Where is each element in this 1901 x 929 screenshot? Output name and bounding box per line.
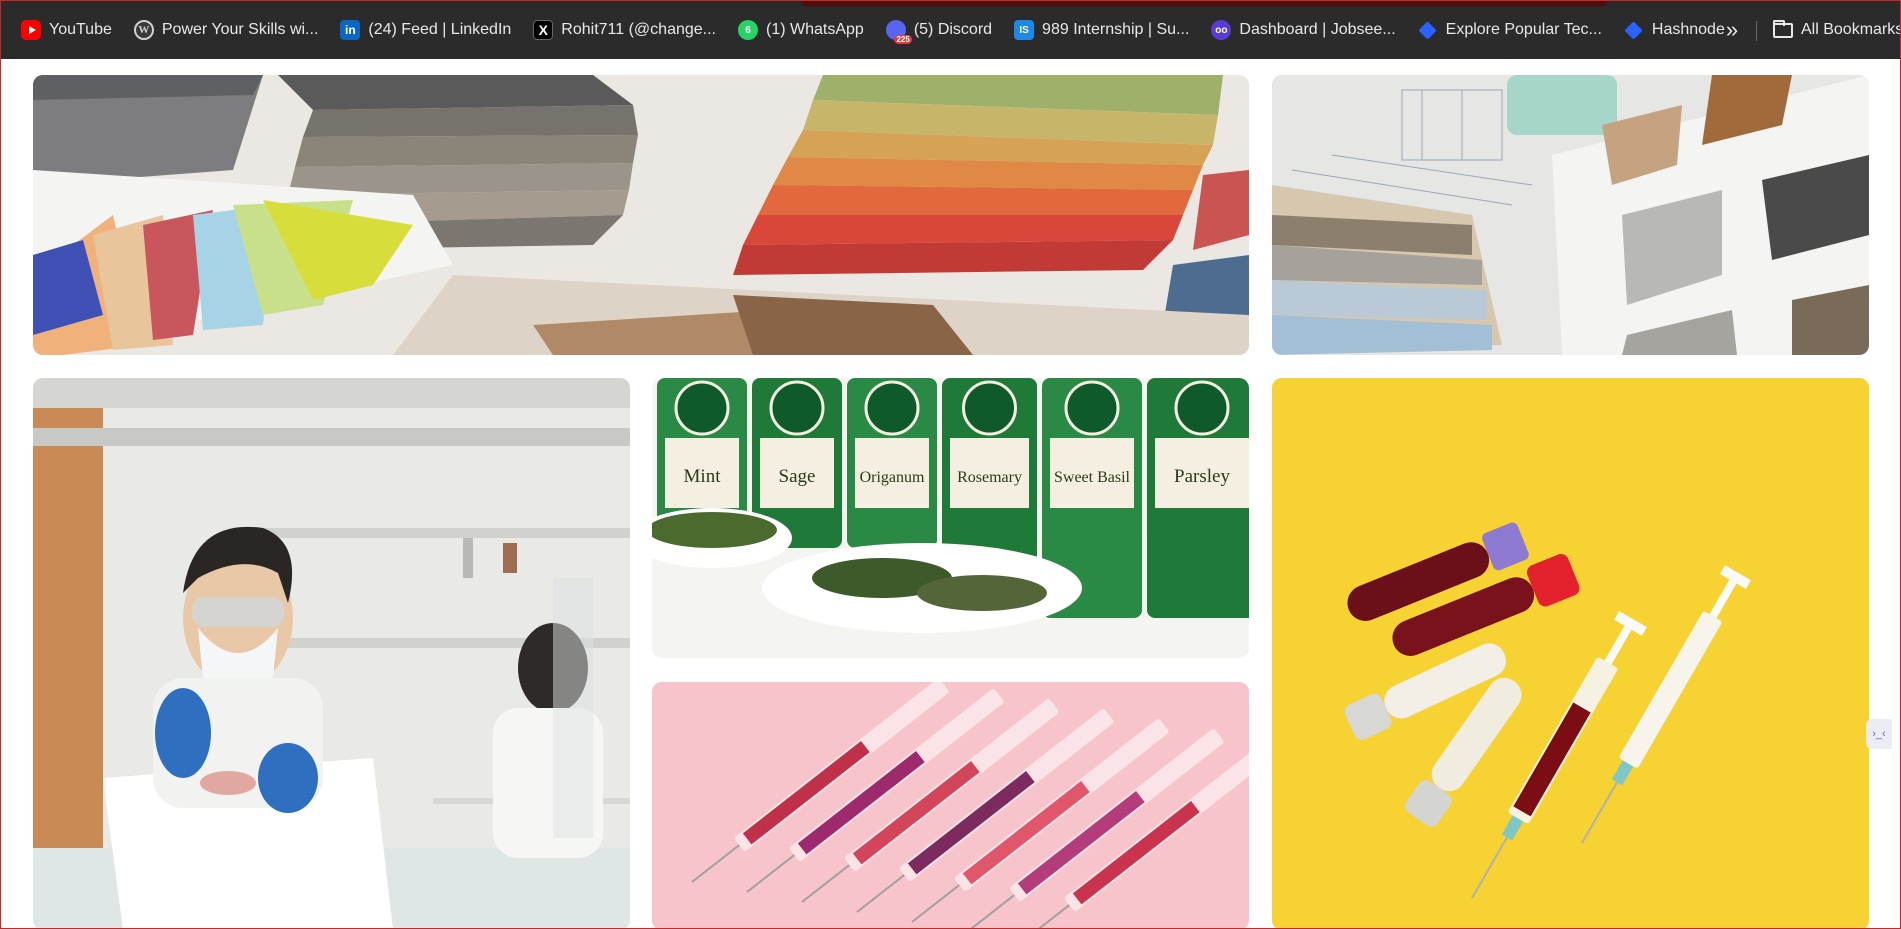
bookmark-label: (24) Feed | LinkedIn — [368, 21, 512, 38]
spice-jars-illustration: Mint Sage Origanum Rosemary Sweet Basil Parsl… — [652, 378, 1249, 658]
bookmark-item[interactable]: W Power Your Skills wi... — [126, 13, 327, 47]
folder-icon — [1773, 19, 1793, 38]
discord-icon: 225 — [885, 20, 912, 44]
spice-jar-label: Sage — [779, 466, 816, 487]
syringes-pink-image[interactable] — [652, 682, 1249, 928]
x-icon: X — [533, 20, 554, 40]
bookmark-label: Rohit711 (@change... — [561, 21, 716, 38]
spice-jar-label: Sweet Basil — [1054, 469, 1131, 486]
bookmarks-bar: YouTube W Power Your Skills wi... in (24) Fe… — [1, 1, 1900, 59]
lab-scientist-illustration — [33, 378, 630, 928]
hashnode-icon — [1418, 20, 1438, 40]
youtube-icon — [21, 20, 41, 40]
all-bookmarks-button[interactable]: All Bookmarks — [1773, 13, 1901, 47]
spice-jar-label: Mint — [684, 466, 722, 487]
fabric-swatches-image[interactable] — [33, 75, 1249, 355]
browser-viewport: YouTube W Power Your Skills wi... in (24) Fe… — [0, 0, 1901, 929]
wordpress-icon: W — [133, 20, 154, 40]
notification-badge: 225 — [894, 35, 912, 44]
chevron-double-right-icon[interactable]: » — [1715, 13, 1749, 47]
bookmark-item[interactable]: 6 (1) WhatsApp — [730, 13, 872, 47]
bookmarks-divider — [1756, 21, 1757, 41]
bookmark-item[interactable]: YouTube — [13, 13, 120, 47]
fabric-swatches-illustration — [33, 75, 1249, 355]
bookmark-label: Power Your Skills wi... — [161, 21, 319, 38]
lab-scientist-image[interactable] — [33, 378, 630, 928]
spice-jar-label: Parsley — [1174, 466, 1230, 487]
blood-tubes-image[interactable] — [1272, 378, 1869, 928]
bookmark-label: (5) Discord — [913, 21, 993, 38]
bookmark-label: Explore Popular Tec... — [1445, 21, 1602, 38]
internshala-icon: IS — [1014, 20, 1035, 40]
spice-jar-label: Rosemary — [957, 469, 1022, 486]
bookmark-item[interactable]: in (24) Feed | LinkedIn — [332, 13, 519, 47]
bookmark-label: Hashnode — [1651, 21, 1725, 38]
bookmark-item[interactable]: oo Dashboard | Jobsee... — [1203, 13, 1403, 47]
blood-tubes-illustration — [1272, 378, 1869, 928]
spice-jar: Origanum — [847, 378, 937, 548]
bookmark-item[interactable]: X Rohit711 (@change... — [525, 13, 724, 47]
spice-jar-label: Origanum — [860, 469, 925, 486]
jobseeker-icon: oo — [1211, 20, 1232, 40]
bookmark-label: 989 Internship | Su... — [1042, 21, 1190, 38]
bookmark-item[interactable]: IS 989 Internship | Su... — [1006, 13, 1197, 47]
bookmark-item[interactable]: Explore Popular Tec... — [1410, 13, 1610, 47]
syringes-pink-illustration — [652, 682, 1249, 928]
hashnode-icon — [1624, 20, 1644, 40]
whatsapp-icon: 6 — [738, 20, 758, 40]
bookmark-label: Dashboard | Jobsee... — [1239, 21, 1396, 38]
bookmark-label: (1) WhatsApp — [766, 21, 864, 38]
material-samples-image[interactable] — [1272, 75, 1869, 355]
spice-jar: Parsley — [1147, 378, 1249, 618]
linkedin-icon: in — [340, 20, 361, 40]
material-samples-illustration — [1272, 75, 1869, 355]
bookmark-label: YouTube — [49, 21, 112, 38]
bookmark-item[interactable]: 225 (5) Discord — [878, 13, 1000, 47]
all-bookmarks-label: All Bookmarks — [1801, 21, 1901, 38]
spice-jars-image[interactable]: Mint Sage Origanum Rosemary Sweet Basil Parsl… — [652, 378, 1249, 658]
extension-icon[interactable]: ›_‹ — [1866, 719, 1892, 749]
